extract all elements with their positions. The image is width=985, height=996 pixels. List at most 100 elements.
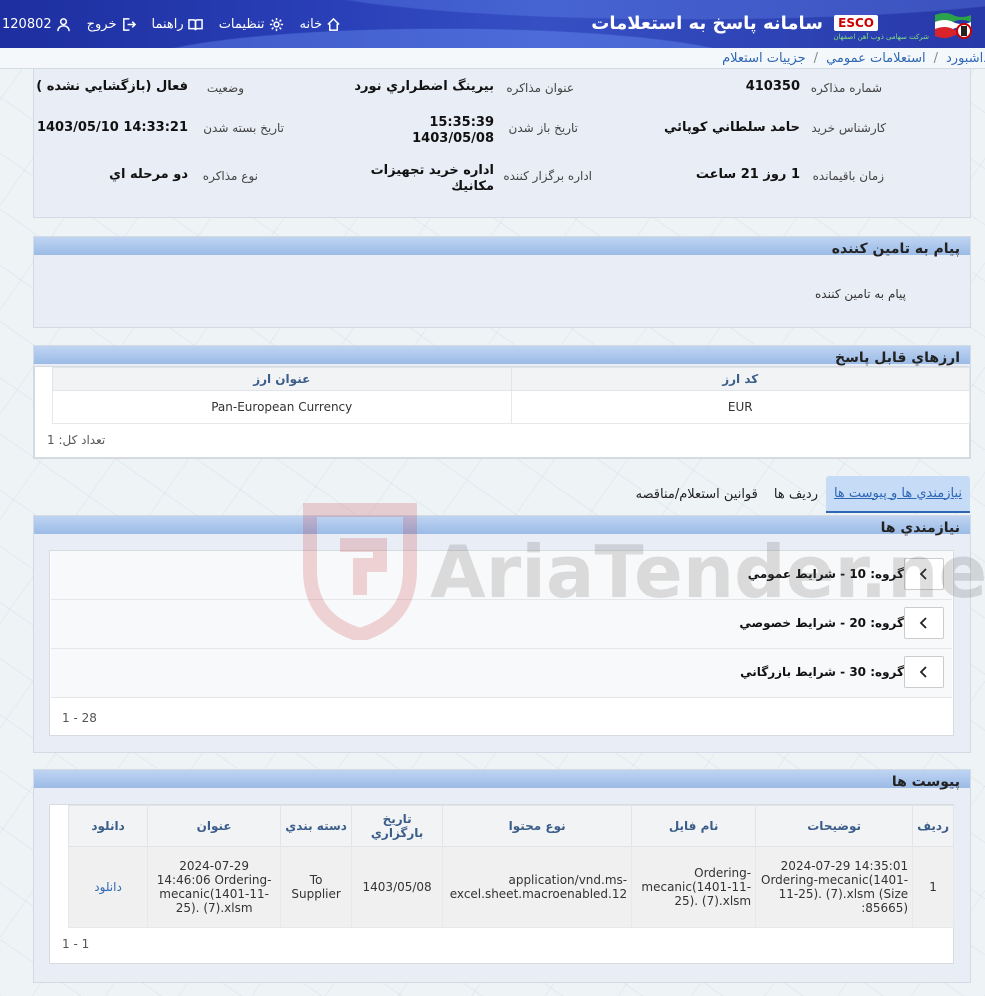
logout-button[interactable]: خروج (87, 17, 136, 32)
attachment-category: To Supplier (280, 846, 353, 928)
message-panel: پيام به تامين كننده پيام به تامين كننده (33, 236, 971, 328)
user-icon (56, 17, 70, 31)
col-download-header[interactable]: دانلود (67, 805, 149, 847)
subject-value: بيرينگ اضطراري نورد (354, 79, 494, 94)
col-description-header[interactable]: توضيحات (755, 805, 914, 847)
currency-grid: كد ارز عنوان ارز EUR Pan-European Curren… (34, 366, 970, 458)
status-label: وضعيت (206, 81, 244, 95)
breadcrumb-inquiry-details[interactable]: جزييات استعلام (722, 51, 806, 66)
group-row: گروه: 10 - شرايط عمومي (51, 551, 952, 600)
esco-logo: ESCO (834, 15, 878, 31)
col-upload-date-header[interactable]: تاريخ بارگزاري (351, 805, 444, 847)
expert-label: كارشناس خريد (811, 121, 886, 135)
home-icon (327, 17, 340, 31)
col-row-header[interactable]: رديف (912, 805, 954, 847)
tab-requirements[interactable]: نيازمندي ها و پيوست ها (825, 475, 970, 513)
open-date-value: 1403/05/08 (412, 131, 494, 146)
attachment-filename: Ordering-mecanic(1401-11-25). (7).xlsm (631, 846, 757, 928)
download-link[interactable]: دانلود (67, 846, 149, 928)
settings-label: تنظیمات (218, 16, 265, 32)
breadcrumb: داشبورد / استعلامات عمومي / جزييات استعل… (0, 48, 985, 69)
expand-group-20-button[interactable] (904, 607, 944, 639)
dept-value-line2: مكانيك (451, 179, 494, 194)
table-row: EUR Pan-European Currency (52, 390, 970, 424)
tab-bar: نيازمندي ها و پيوست ها رديف ها قوانين اس… (628, 474, 970, 514)
inquiry-no-value: 410350 (745, 79, 800, 94)
logout-icon (122, 17, 136, 31)
close-date-value: 1403/05/10 14:33:21 (36, 120, 188, 135)
breadcrumb-separator: / (933, 50, 938, 66)
attachments-table: رديف توضيحات نام فايل نوع محتوا تاريخ با… (67, 805, 954, 928)
settings-button[interactable]: تنظیمات (219, 17, 284, 32)
attachment-content-type: application/vnd.ms-excel.sheet.macroenab… (442, 846, 633, 928)
help-label: راهنما (151, 16, 184, 32)
message-body: پيام به تامين كننده (815, 287, 906, 301)
currency-panel-title: ارزهاي قابل پاسخ (834, 350, 960, 366)
status-value: فعال (بازگشايي نشده ) (36, 79, 188, 94)
attachment-title: 2024-07-29 14:46:06 Ordering-mecanic(140… (147, 846, 282, 928)
table-row: 1 2024-07-29 14:35:01 Ordering-mecanic(1… (67, 846, 954, 928)
book-icon (187, 18, 203, 30)
open-time-value: 15:35:39 (429, 115, 494, 130)
details-panel: شماره مذاكره 410350 عنوان مذاكره بيرينگ … (33, 68, 971, 218)
tab-rows[interactable]: رديف ها (766, 477, 826, 512)
type-label: نوع مذاكره (202, 169, 258, 183)
attachment-upload-date: 1403/05/08 (351, 846, 444, 928)
currency-title-cell: Pan-European Currency (52, 390, 512, 424)
subject-label: عنوان مذاكره (506, 81, 574, 95)
currency-count: تعداد كل: 1 (47, 433, 106, 447)
dept-value-line1: اداره خريد تجهيزات (370, 163, 494, 178)
user-id: 120802 (2, 16, 52, 32)
chevron-left-icon (919, 617, 927, 629)
chevron-left-icon (919, 666, 927, 678)
currency-code-cell: EUR (510, 390, 970, 424)
home-button[interactable]: خانه (300, 17, 342, 32)
requirements-panel: نيازمندي ها گروه: 10 - شرايط عمومي گروه:… (33, 515, 971, 753)
inquiry-no-label: شماره مذاكره (810, 81, 882, 95)
home-label: خانه (299, 16, 323, 32)
chevron-left-icon (919, 568, 927, 580)
panel-header (34, 346, 970, 364)
attachment-row-number: 1 (912, 846, 954, 928)
app-title: سامانه پاسخ به استعلامات (591, 13, 823, 34)
top-header: 120802 خروج راهنما تنظیمات خانه سامانه پ… (0, 0, 985, 48)
open-date-label: تاريخ باز شدن (508, 121, 578, 135)
expand-group-10-button[interactable] (904, 558, 944, 590)
attachments-panel: پيوست ها رديف توضيحات نام فايل نوع محتوا… (33, 769, 971, 983)
requirements-grid: گروه: 10 - شرايط عمومي گروه: 20 - شرايط … (49, 550, 954, 736)
panel-header (34, 516, 970, 534)
tab-rules[interactable]: قوانين استعلام/مناقصه (628, 477, 766, 512)
help-button[interactable]: راهنما (152, 17, 203, 32)
attachments-panel-title: پيوست ها (891, 774, 960, 790)
user-menu[interactable]: 120802 (2, 17, 71, 32)
top-nav: 120802 خروج راهنما تنظیمات خانه (0, 0, 341, 48)
remaining-value: 1 روز 21 ساعت (695, 167, 800, 182)
currency-title-header[interactable]: عنوان ارز (52, 367, 512, 391)
gear-icon (269, 17, 283, 31)
attachments-pager: 1 - 1 (62, 937, 90, 951)
requirements-pager: 1 - 28 (62, 711, 97, 725)
group-label: گروه: 10 - شرايط عمومي (747, 567, 904, 581)
logo-subtitle: شرکت سهامی ذوب آهن اصفهان (833, 33, 929, 41)
group-label: گروه: 30 - شرايط بازرگاني (740, 665, 904, 679)
logout-label: خروج (86, 16, 117, 32)
group-row: گروه: 20 - شرايط خصوصي (51, 600, 952, 649)
currency-code-header[interactable]: كد ارز (510, 367, 970, 391)
remaining-label: زمان باقيمانده (812, 169, 884, 183)
expert-value: حامد سلطاني كوپائي (663, 120, 800, 135)
panel-header (34, 237, 970, 255)
requirements-panel-title: نيازمندي ها (880, 520, 960, 536)
col-category-header[interactable]: دسته بندي (280, 805, 353, 847)
close-date-label: تاريخ بسته شدن (203, 121, 284, 135)
col-content-type-header[interactable]: نوع محتوا (442, 805, 633, 847)
expand-group-30-button[interactable] (904, 656, 944, 688)
currency-panel: ارزهاي قابل پاسخ كد ارز عنوان ارز EUR Pa… (33, 345, 971, 459)
breadcrumb-dashboard[interactable]: داشبورد (946, 51, 985, 66)
currency-table: كد ارز عنوان ارز EUR Pan-European Curren… (52, 367, 970, 424)
col-title-header[interactable]: عنوان (147, 805, 282, 847)
iran-flag-logo-icon (935, 13, 972, 39)
col-filename-header[interactable]: نام فايل (631, 805, 757, 847)
attachments-grid: رديف توضيحات نام فايل نوع محتوا تاريخ با… (49, 804, 954, 964)
breadcrumb-public-inquiries[interactable]: استعلامات عمومي (826, 51, 926, 66)
breadcrumb-separator: / (813, 50, 819, 66)
